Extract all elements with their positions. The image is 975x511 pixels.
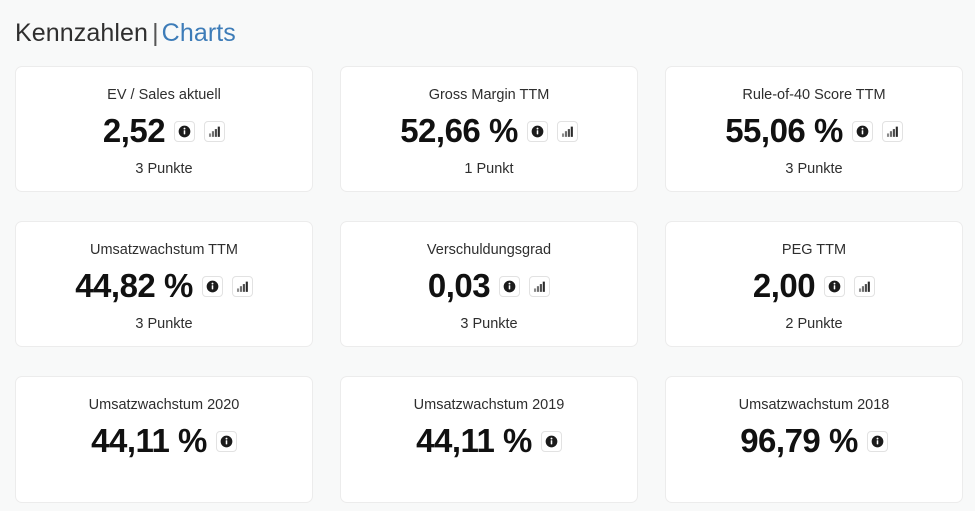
kpi-card: EV / Sales aktuell 2,52 3 Punkte xyxy=(15,66,313,192)
kpi-title: EV / Sales aktuell xyxy=(107,87,221,103)
info-button[interactable] xyxy=(215,430,237,452)
kpi-cards-grid: EV / Sales aktuell 2,52 3 Punkte Gross M… xyxy=(15,66,963,503)
kpi-value: 96,79 % xyxy=(740,422,858,459)
kpi-value: 44,11 % xyxy=(91,422,207,459)
bar-chart-icon xyxy=(236,280,249,293)
kpi-points: 3 Punkte xyxy=(460,316,518,332)
kpi-value-row: 2,52 xyxy=(102,110,226,152)
info-button[interactable] xyxy=(174,120,196,142)
bar-chart-icon xyxy=(533,280,546,293)
page-title-text: Kennzahlen xyxy=(15,19,149,47)
chart-button[interactable] xyxy=(854,275,876,297)
kpi-title: Verschuldungsgrad xyxy=(426,242,552,258)
bar-chart-icon xyxy=(858,280,871,293)
kpi-title: Umsatzwachstum 2019 xyxy=(413,397,565,413)
kpi-title: Umsatzwachstum 2020 xyxy=(88,397,240,413)
kpi-card: Rule-of-40 Score TTM 55,06 % 3 Punkte xyxy=(665,66,963,192)
info-circle-icon xyxy=(503,280,516,293)
info-button[interactable] xyxy=(540,430,562,452)
bar-chart-icon xyxy=(886,125,899,138)
kpi-card: Umsatzwachstum 2019 44,11 % xyxy=(340,376,638,503)
info-button[interactable] xyxy=(866,430,888,452)
kpi-value-row: 44,11 % xyxy=(91,420,237,462)
title-separator: | xyxy=(152,19,159,47)
info-circle-icon xyxy=(220,435,233,448)
kpi-title: Umsatzwachstum TTM xyxy=(90,242,238,258)
kpi-value: 2,00 xyxy=(752,267,816,304)
charts-link[interactable]: Charts xyxy=(162,19,236,47)
kpi-value: 52,66 % xyxy=(400,112,518,149)
kpi-card: Umsatzwachstum 2018 96,79 % xyxy=(665,376,963,503)
info-button[interactable] xyxy=(526,120,548,142)
kpi-title: PEG TTM xyxy=(781,242,847,258)
kpi-value-row: 44,11 % xyxy=(416,420,562,462)
chart-button[interactable] xyxy=(204,120,226,142)
info-button[interactable] xyxy=(824,275,846,297)
kpi-card: Gross Margin TTM 52,66 % 1 Punkt xyxy=(340,66,638,192)
kpi-value-row: 96,79 % xyxy=(740,420,888,462)
kpi-card: Umsatzwachstum 2020 44,11 % xyxy=(15,376,313,503)
kpi-value: 0,03 xyxy=(427,267,491,304)
info-circle-icon xyxy=(545,435,558,448)
kpi-value: 44,11 % xyxy=(416,422,532,459)
kpi-value-row: 2,00 xyxy=(752,265,876,307)
info-button[interactable] xyxy=(499,275,521,297)
kpi-title: Gross Margin TTM xyxy=(428,87,550,103)
info-circle-icon xyxy=(828,280,841,293)
kpi-title: Umsatzwachstum 2018 xyxy=(738,397,890,413)
kpi-points: 2 Punkte xyxy=(785,316,843,332)
kpi-points: 3 Punkte xyxy=(785,161,843,177)
kpi-value-row: 52,66 % xyxy=(400,110,578,152)
kpi-value-row: 44,82 % xyxy=(75,265,253,307)
kennzahlen-page: Kennzahlen | Charts EV / Sales aktuell 2,5… xyxy=(0,0,975,511)
chart-button[interactable] xyxy=(231,275,253,297)
kpi-title: Rule-of-40 Score TTM xyxy=(742,87,886,103)
info-circle-icon xyxy=(856,125,869,138)
info-circle-icon xyxy=(531,125,544,138)
kpi-value: 55,06 % xyxy=(725,112,843,149)
kpi-value-row: 55,06 % xyxy=(725,110,903,152)
kpi-card: Umsatzwachstum TTM 44,82 % 3 Punkte xyxy=(15,221,313,347)
chart-button[interactable] xyxy=(529,275,551,297)
info-circle-icon xyxy=(178,125,191,138)
chart-button[interactable] xyxy=(556,120,578,142)
kpi-points: 3 Punkte xyxy=(135,316,193,332)
chart-button[interactable] xyxy=(881,120,903,142)
kpi-points: 1 Punkt xyxy=(464,161,514,177)
bar-chart-icon xyxy=(208,125,221,138)
info-button[interactable] xyxy=(201,275,223,297)
kpi-card: Verschuldungsgrad 0,03 3 Punkte xyxy=(340,221,638,347)
kpi-points: 3 Punkte xyxy=(135,161,193,177)
info-circle-icon xyxy=(206,280,219,293)
kpi-value: 44,82 % xyxy=(75,267,193,304)
kpi-card: PEG TTM 2,00 2 Punkte xyxy=(665,221,963,347)
page-title: Kennzahlen | Charts xyxy=(0,0,975,49)
info-button[interactable] xyxy=(851,120,873,142)
bar-chart-icon xyxy=(561,125,574,138)
info-circle-icon xyxy=(871,435,884,448)
kpi-value-row: 0,03 xyxy=(427,265,551,307)
kpi-value: 2,52 xyxy=(102,112,166,149)
